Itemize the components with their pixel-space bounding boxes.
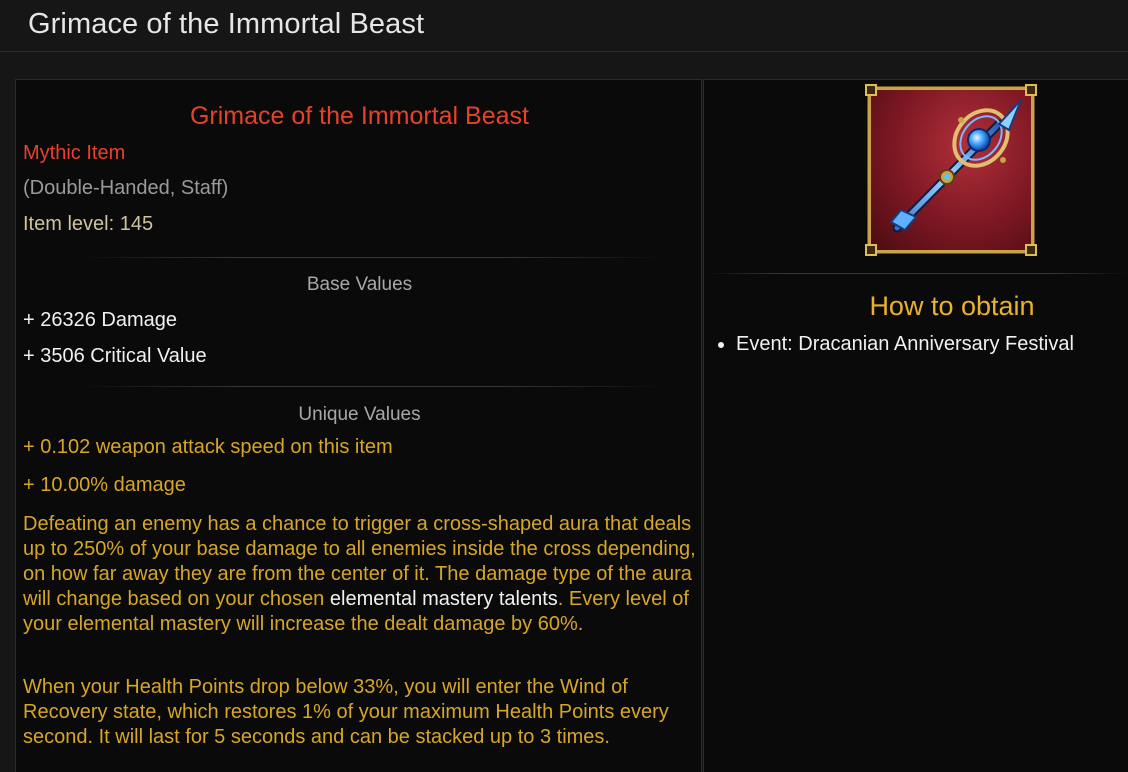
base-stat-damage: + 26326 Damage bbox=[23, 309, 178, 331]
bullet-icon bbox=[718, 341, 724, 348]
item-icon-frame bbox=[865, 84, 1037, 256]
page-title: Grimace of the Immortal Beast bbox=[28, 8, 425, 40]
list-item: Event: Dracanian Anniversary Festival bbox=[718, 333, 1074, 356]
elemental-mastery-link[interactable]: elemental mastery talents bbox=[330, 588, 558, 610]
how-to-obtain-heading: How to obtain bbox=[869, 291, 1035, 321]
unique-stat-attack-speed: + 0.102 weapon attack speed on this item bbox=[23, 436, 393, 458]
base-values-heading: Base Values bbox=[306, 274, 413, 295]
item-info-panel: How to obtain Event: Dracanian Anniversa… bbox=[703, 79, 1128, 772]
staff-icon bbox=[889, 99, 1022, 233]
item-effect-description-2: When your Health Points drop below 33%, … bbox=[23, 676, 669, 748]
item-rarity: Mythic Item bbox=[23, 142, 126, 164]
obtain-source-link[interactable]: Event: Dracanian Anniversary Festival bbox=[736, 333, 1074, 356]
item-level: Item level: 145 bbox=[23, 213, 154, 235]
item-effect-description: Defeating an enemy has a chance to trigg… bbox=[23, 512, 703, 637]
unique-stat-damage: + 10.00% damage bbox=[23, 474, 186, 496]
item-tooltip-panel: Grimace of the Immortal Beast Mythic Ite… bbox=[15, 79, 702, 772]
section-divider bbox=[76, 257, 666, 258]
item-name: Grimace of the Immortal Beast bbox=[189, 102, 529, 130]
obtain-sources-list: Event: Dracanian Anniversary Festival bbox=[718, 333, 1074, 356]
base-stat-critical: + 3506 Critical Value bbox=[23, 345, 207, 367]
section-divider bbox=[704, 273, 1128, 274]
title-divider bbox=[0, 51, 1128, 52]
section-divider bbox=[76, 386, 666, 387]
unique-values-heading: Unique Values bbox=[298, 404, 421, 425]
item-type: (Double-Handed, Staff) bbox=[23, 177, 229, 199]
